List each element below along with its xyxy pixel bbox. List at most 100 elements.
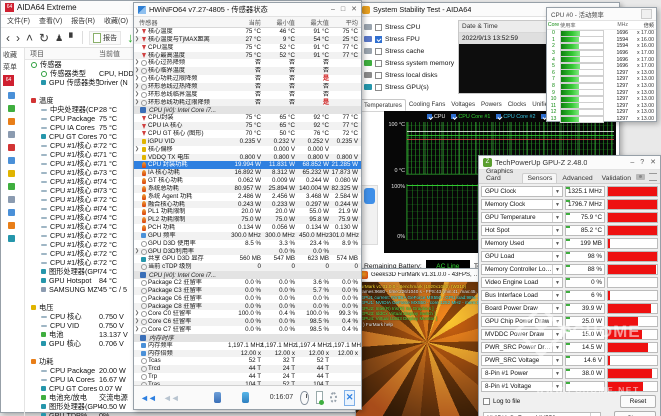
back-icon[interactable]: ‹ bbox=[6, 31, 10, 45]
reset-button[interactable]: Reset bbox=[620, 395, 656, 408]
sidebar-tree-icon[interactable] bbox=[8, 157, 15, 164]
hwinfo-sensor-row[interactable]: GPU 频率300.0 MHz300.0 MHz450.0 MHz301.0 M… bbox=[134, 232, 361, 240]
sidebar-tree-icon[interactable] bbox=[8, 209, 15, 216]
hwinfo-sensor-row[interactable]: ❯Core C6 驻留率0.0 %0.0 %98.5 %0.4 % bbox=[134, 318, 361, 326]
aida64-tree-icon[interactable]: 64 bbox=[3, 75, 14, 86]
tab-clocks[interactable]: Clocks bbox=[505, 99, 530, 111]
hwinfo-sensor-row[interactable]: 核心最高温度75 °C52 °C91 °C77 °C bbox=[134, 52, 361, 60]
collapse-all-icon[interactable]: ◄◄ bbox=[140, 393, 156, 403]
checkbox[interactable] bbox=[375, 84, 382, 91]
clock-icon[interactable] bbox=[300, 391, 309, 405]
sensor-name-dropdown[interactable]: GPU Chip Power Draw▼ bbox=[481, 316, 563, 327]
hwinfo-sensor-row[interactable]: ❯GPU D3D利用率0.0 %0.0 % bbox=[134, 248, 361, 256]
hwinfo-sensor-row[interactable]: 系统 Agent 功耗2.486 W2.456 W3.468 W2.584 W bbox=[134, 193, 361, 201]
cpu-panel-titlebar[interactable]: CPU #0 - 活动频率 bbox=[547, 8, 656, 21]
hwinfo-sensor-row[interactable]: ❯环形总线功耗过限降频否否是 bbox=[134, 99, 361, 107]
sensor-name-dropdown[interactable]: Hot Spot▼ bbox=[481, 225, 563, 236]
sidebar-tree-icon[interactable] bbox=[8, 196, 15, 203]
gpuz-minimize-icon[interactable]: – bbox=[630, 159, 634, 166]
legend-item[interactable]: CPU bbox=[427, 114, 445, 120]
sidebar-tree-icon[interactable] bbox=[8, 235, 15, 242]
sidebar-tree-icon[interactable] bbox=[8, 222, 15, 229]
legend-checkbox[interactable] bbox=[451, 114, 456, 119]
hwinfo-sensor-row[interactable]: Package C2 驻留率0.0 %0.0 %3.6 %0.0 % bbox=[134, 279, 361, 287]
legend-item[interactable]: CPU Core #2 bbox=[496, 114, 535, 120]
close-icon[interactable]: ✕ bbox=[351, 6, 357, 13]
up-icon[interactable]: ˄ bbox=[26, 31, 33, 45]
hwinfo-sensor-row[interactable]: CPU GT 核心 (图形)70 °C50 °C76 °C72 °C bbox=[134, 130, 361, 138]
sidebar-tree-icon[interactable] bbox=[8, 183, 15, 190]
sensor-name-dropdown[interactable]: PWR_SRC Power Draw▼ bbox=[481, 342, 563, 353]
legend-checkbox[interactable] bbox=[427, 114, 432, 119]
minimize-icon[interactable]: – bbox=[331, 6, 335, 13]
menu-icon[interactable] bbox=[649, 173, 657, 181]
hwinfo-sensor-row[interactable]: ❯核心温度75 °C46 °C91 °C75 °C bbox=[134, 28, 361, 36]
checkbox[interactable] bbox=[375, 24, 382, 31]
hwinfo-sensor-row[interactable]: Package C3 驻留率0.0 %0.0 %5.7 %0.0 % bbox=[134, 287, 361, 295]
hwinfo-sensor-row[interactable]: Package C6 驻留率0.0 %0.0 %0.0 %0.0 % bbox=[134, 295, 361, 303]
hwinfo-sensor-row[interactable]: PL2 功耗限制75.0 W75.0 W95.8 W75.9 W bbox=[134, 216, 361, 224]
stress-option-stress-fpu[interactable]: Stress FPU bbox=[364, 34, 420, 44]
sensor-name-dropdown[interactable]: Memory Clock▼ bbox=[481, 199, 563, 210]
log-to-file-checkbox[interactable] bbox=[483, 398, 490, 405]
legend-checkbox[interactable] bbox=[496, 114, 501, 119]
aida64-nav-sidebar[interactable]: 收藏 菜单 64 bbox=[1, 48, 25, 416]
hwinfo-sensor-row[interactable]: ❯环形总线过热降频否否否 bbox=[134, 83, 361, 91]
close-button[interactable]: Close bbox=[614, 411, 656, 416]
hwinfo-sensor-row[interactable]: CPU温度75 °C52 °C91 °C77 °C bbox=[134, 44, 361, 52]
sensor-name-dropdown[interactable]: Video Engine Load▼ bbox=[481, 277, 563, 288]
stress-option-stress-cpu[interactable]: Stress CPU bbox=[364, 22, 421, 32]
hwinfo-sensor-row[interactable]: ❯核心偏移0.000 V0.000 V bbox=[134, 146, 361, 154]
hwinfo-sensor-row[interactable]: iGPU VID0.235 V0.232 V0.252 V0.235 V bbox=[134, 138, 361, 146]
hwinfo-sensor-row[interactable]: CPU封装75 °C65 °C92 °C77 °C bbox=[134, 114, 361, 122]
layers-icon[interactable] bbox=[242, 392, 249, 403]
sensor-name-dropdown[interactable]: Memory Controller Load▼ bbox=[481, 264, 563, 275]
sidebar-tree-icon[interactable] bbox=[8, 131, 15, 138]
hwinfo-sensor-row[interactable]: 内存倍频12.00 x12.00 x12.00 x12.00 x bbox=[134, 350, 361, 358]
chart-scrollbar[interactable] bbox=[361, 185, 378, 245]
hwinfo-close-button[interactable]: ✕ bbox=[344, 390, 355, 406]
checkbox[interactable] bbox=[375, 36, 382, 43]
gpuz-close-icon[interactable]: ✕ bbox=[650, 159, 656, 166]
tab-cooling-fans[interactable]: Cooling Fans bbox=[406, 99, 448, 111]
gpuz-tab-validation[interactable]: Validation bbox=[598, 174, 635, 183]
furmark-titlebar[interactable]: Geeks3D FurMark v1.31.0.0 - 43FPS, GPU1 … bbox=[356, 269, 485, 282]
sensor-name-dropdown[interactable]: Board Power Draw▼ bbox=[481, 303, 563, 314]
stress-option-stress-cache[interactable]: Stress cache bbox=[364, 46, 424, 56]
hwinfo-sensor-row[interactable]: 内存频率1,197.1 MHz1,197.1 MHz1,197.4 MHz1,1… bbox=[134, 342, 361, 350]
stress-option-stress-local-disks[interactable]: Stress local disks bbox=[364, 70, 438, 80]
checkbox[interactable] bbox=[375, 72, 382, 79]
sensor-name-dropdown[interactable]: PWR_SRC Voltage▼ bbox=[481, 355, 563, 366]
expand-all-icon[interactable]: ◄◄ bbox=[163, 393, 179, 403]
camera-icon[interactable] bbox=[636, 174, 645, 180]
hwinfo-sensor-row[interactable]: ❯核心过热降频否否否 bbox=[134, 59, 361, 67]
hwinfo-sensor-row[interactable]: 当前 cTDP 级别0000 bbox=[134, 263, 361, 271]
sensor-name-dropdown[interactable]: 8-Pin #1 Power▼ bbox=[481, 368, 563, 379]
legend-item[interactable]: CPU Core #1 bbox=[451, 114, 490, 120]
hwinfo-sensor-row[interactable]: 融合核心功耗0.243 W0.233 W0.297 W0.244 W bbox=[134, 201, 361, 209]
hwinfo-sensor-row[interactable]: Tcas52 T32 T52 T bbox=[134, 357, 361, 365]
sidebar-tree-icon[interactable] bbox=[8, 105, 15, 112]
settings-gear-icon[interactable] bbox=[330, 392, 338, 403]
log-file-icon[interactable] bbox=[316, 391, 323, 404]
sidebar-tree-icon[interactable] bbox=[8, 144, 15, 151]
refresh-icon[interactable]: ↻ bbox=[39, 31, 49, 45]
hwinfo-sensor-row[interactable]: ❯核心温度与TjMAX距离27 °C9 °C54 °C25 °C bbox=[134, 36, 361, 44]
sensor-name-dropdown[interactable]: GPU Clock▼ bbox=[481, 186, 563, 197]
aida-sensor-row[interactable]: GPU TDP%0% bbox=[25, 411, 361, 416]
tab-voltages[interactable]: Voltages bbox=[448, 99, 478, 111]
sidebar-tab-favorites[interactable]: 收藏 bbox=[1, 49, 24, 61]
gpuz-tab-advanced[interactable]: Advanced bbox=[558, 174, 596, 183]
sensor-name-dropdown[interactable]: Bus Interface Load▼ bbox=[481, 290, 563, 301]
sensor-name-dropdown[interactable]: 8-Pin #1 Voltage▼ bbox=[481, 381, 563, 392]
menu-item-1[interactable]: 查看(V) bbox=[39, 16, 62, 26]
checkbox[interactable] bbox=[375, 48, 382, 55]
sidebar-tree-icon[interactable] bbox=[8, 118, 15, 125]
user-icon[interactable]: ♟ bbox=[55, 31, 63, 45]
report-button[interactable]: 报告 bbox=[89, 31, 121, 45]
hwinfo-sensor-row[interactable]: GT 核心功耗0.062 W0.009 W0.244 W0.080 W bbox=[134, 177, 361, 185]
hwinfo-sensor-row[interactable]: Trcd44 T24 T44 T bbox=[134, 365, 361, 373]
cpu-panel-close-icon[interactable] bbox=[641, 9, 652, 19]
forward-icon[interactable]: › bbox=[16, 31, 20, 45]
hwinfo-sensor-row[interactable]: ❯Core C0 驻留率100.0 %0.4 %100.0 %99.3 % bbox=[134, 310, 361, 318]
